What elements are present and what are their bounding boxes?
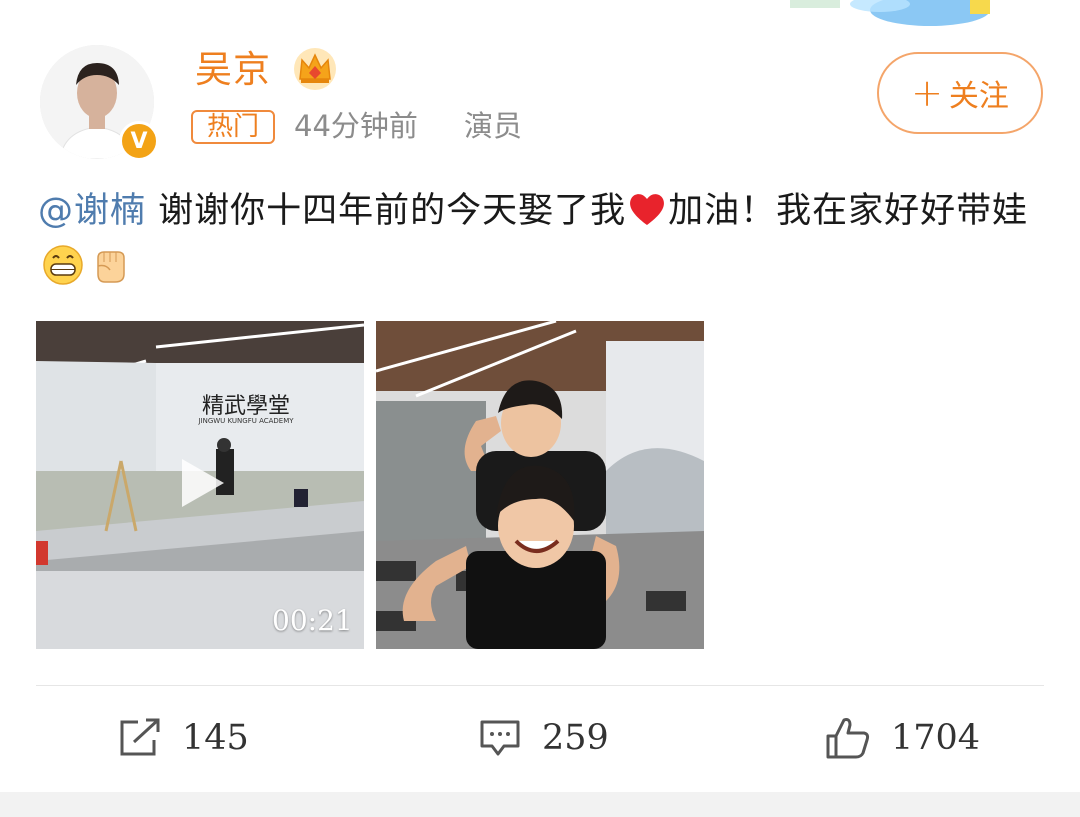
author-name[interactable]: 吴京 <box>195 46 271 94</box>
post-image[interactable] <box>376 321 704 649</box>
mention-link[interactable]: @谢楠 <box>38 191 146 231</box>
divider <box>36 685 1044 686</box>
repost-icon <box>120 718 160 756</box>
crown-icon <box>294 48 336 90</box>
hot-badge: 热门 <box>191 110 275 144</box>
bottom-separator <box>0 792 1080 817</box>
video-duration: 00:21 <box>272 604 353 637</box>
comment-icon <box>480 720 520 756</box>
plus-icon: + <box>911 71 943 115</box>
video-watermark-sub: JINGWU KUNGFU ACADEMY <box>197 417 294 425</box>
like-count: 1704 <box>891 718 981 758</box>
video-watermark: 精武學堂 <box>202 394 290 419</box>
fist-emoji-icon <box>97 251 125 283</box>
post-text: @谢楠 谢谢你十四年前的今天娶了我 加油！我在家好好带娃 <box>38 182 1048 298</box>
heart-icon <box>630 194 665 225</box>
post-time: 44分钟前 <box>294 109 418 143</box>
play-icon[interactable] <box>178 455 228 511</box>
follow-label: 关注 <box>948 79 1009 114</box>
banner-decoration <box>790 0 990 26</box>
post-text-part2: 加油！我在家好好带娃 <box>668 191 1029 231</box>
repost-count: 145 <box>182 718 249 758</box>
thumbs-up-icon <box>826 718 870 759</box>
post-source: 演员 <box>464 109 523 143</box>
post-text-part1: 谢谢你十四年前的今天娶了我 <box>146 191 627 231</box>
verified-v-icon: V <box>119 121 159 161</box>
comment-button[interactable]: 259 <box>478 712 609 764</box>
repost-button[interactable]: 145 <box>118 712 249 764</box>
like-button[interactable]: 1704 <box>825 712 980 764</box>
grin-emoji-icon <box>43 245 83 285</box>
comment-count: 259 <box>542 718 609 758</box>
follow-button[interactable]: + 关注 <box>877 52 1043 134</box>
